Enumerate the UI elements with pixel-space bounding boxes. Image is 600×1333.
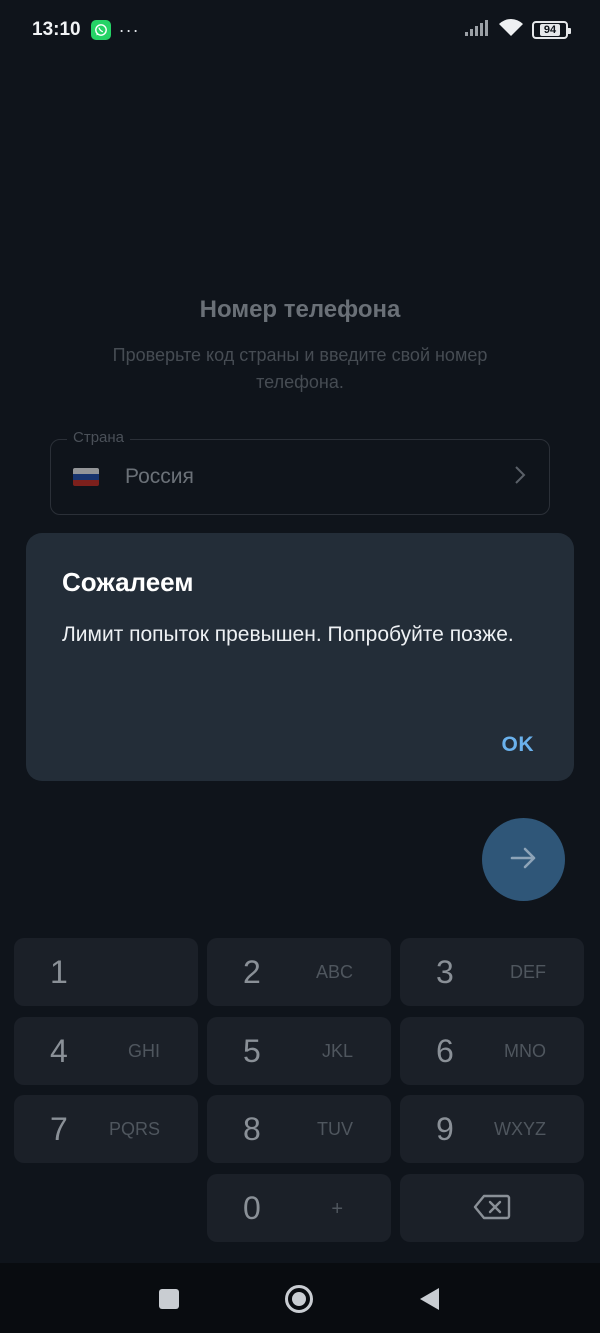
key-3[interactable]: 3 DEF [400,938,584,1006]
key-digit: 5 [243,1033,261,1069]
key-letters: DEF [510,962,546,982]
error-dialog: Сожалеем Лимит попыток превышен. Попробу… [26,533,574,781]
key-6[interactable]: 6 MNO [400,1017,584,1085]
wifi-icon [498,18,524,43]
country-label: Страна [67,429,131,446]
key-9[interactable]: 9 WXYZ [400,1095,584,1163]
whatsapp-icon [90,20,111,40]
status-time: 13:10 [32,19,81,40]
key-letters: MNO [504,1041,546,1061]
key-digit: 2 [243,954,261,990]
key-digit: 3 [436,954,454,990]
dialog-message: Лимит попыток превышен. Попробуйте позже… [62,623,514,646]
battery-icon: 94 [532,21,571,39]
back-icon[interactable] [414,1284,444,1314]
key-digit: 0 [243,1190,261,1226]
key-letters: TUV [317,1119,353,1139]
russia-flag-icon [73,468,99,486]
key-8[interactable]: 8 TUV [207,1095,391,1163]
key-digit: 6 [436,1033,454,1069]
country-value: Россия [125,465,194,488]
status-bar: 13:10 ··· 94 [0,0,600,60]
key-letters: PQRS [108,1119,160,1139]
key-digit: 4 [50,1033,68,1069]
backspace-key[interactable] [400,1174,584,1242]
recents-icon[interactable] [154,1284,184,1314]
key-letters: GHI [127,1041,160,1061]
home-icon[interactable] [284,1284,314,1314]
key-2[interactable]: 2 ABC [207,938,391,1006]
key-letters: WXYZ [494,1119,546,1139]
ok-button[interactable]: OK [502,733,535,757]
key-4[interactable]: 4 GHI [14,1017,198,1085]
key-7[interactable]: 7 PQRS [14,1095,198,1163]
key-digit: 9 [436,1111,454,1147]
key-digit: 7 [50,1111,68,1147]
key-letters: JKL [321,1041,353,1061]
backspace-icon [473,1194,511,1223]
arrow-right-icon [510,846,538,873]
page-title: Номер телефона [199,296,401,323]
key-0[interactable]: 0 + [207,1174,391,1242]
key-letters: + [331,1198,343,1220]
chevron-right-icon [513,464,527,491]
key-letters: ABC [315,962,353,982]
key-5[interactable]: 5 JKL [207,1017,391,1085]
status-more-dots: ··· [118,19,140,40]
dialog-title: Сожалеем [62,567,194,597]
key-digit: 8 [243,1111,261,1147]
key-1[interactable]: 1 [14,938,198,1006]
signal-icon [464,19,490,42]
next-button[interactable] [482,818,565,901]
battery-level: 94 [539,24,561,36]
key-digit: 1 [50,954,68,990]
page-subtitle: Проверьте код страны и введите свой номе… [112,345,488,392]
system-nav-bar [0,1263,600,1333]
country-selector[interactable]: Страна Россия [50,429,550,515]
